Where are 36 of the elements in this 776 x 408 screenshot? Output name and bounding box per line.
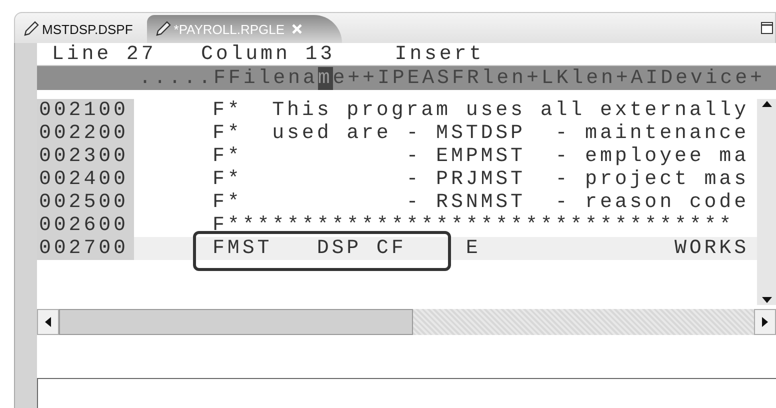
pencil-icon (23, 21, 39, 37)
line-indicator: Line 27 (50, 42, 156, 66)
insert-mode-indicator: Insert (394, 42, 484, 66)
code-line[interactable]: 002400 F* - PRJMST - project mas (37, 168, 757, 191)
code-line[interactable]: 002500 F* - RSNMST - reason code (37, 191, 757, 214)
vertical-scrollbar[interactable] (757, 99, 776, 305)
editor-tab[interactable]: MSTDSP.DSPF (15, 15, 147, 43)
sequence-number: 002200 (37, 122, 134, 145)
sequence-number: 002700 (37, 237, 134, 260)
code-text: F* - PRJMST - project mas (212, 168, 749, 191)
sequence-number: 002100 (37, 99, 134, 122)
sequence-number: 002400 (37, 168, 134, 191)
scroll-right-icon[interactable] (761, 317, 769, 327)
code-text: F* - EMPMST - employee ma (212, 145, 749, 168)
code-line[interactable]: 002100 F* This program uses all externally (37, 99, 757, 122)
scrollbar-thumb[interactable] (59, 309, 413, 335)
maximize-icon[interactable] (761, 22, 773, 34)
scroll-left-icon[interactable] (44, 317, 52, 327)
command-field[interactable] (37, 378, 776, 408)
horizontal-scrollbar[interactable] (37, 309, 776, 335)
sequence-number: 002500 (37, 191, 134, 214)
pencil-icon (154, 21, 171, 37)
column-indicator: Column 13 (200, 42, 336, 66)
code-line[interactable]: 002600 F********************************** (37, 214, 757, 237)
scroll-up-icon[interactable] (760, 99, 772, 109)
sequence-number: 002600 (37, 214, 134, 237)
scroll-down-icon[interactable] (760, 295, 772, 305)
code-text: FMST DSP CF E WORKS (212, 237, 749, 260)
code-text: F********************************** (212, 214, 734, 237)
code-line[interactable]: 002200 F* used are - MSTDSP - maintenance (37, 122, 757, 145)
code-text: F* This program uses all externally (212, 99, 749, 122)
sequence-number: 002300 (37, 145, 134, 168)
code-text: F* - RSNMST - reason code (212, 191, 749, 214)
code-text: F* used are - MSTDSP - maintenance (212, 122, 749, 145)
code-line[interactable]: 002300 F* - EMPMST - employee ma (37, 145, 757, 168)
format-ruler: .....FFilenam e++IPEASFRlen+LKlen+AIDevice+ (139, 66, 765, 90)
